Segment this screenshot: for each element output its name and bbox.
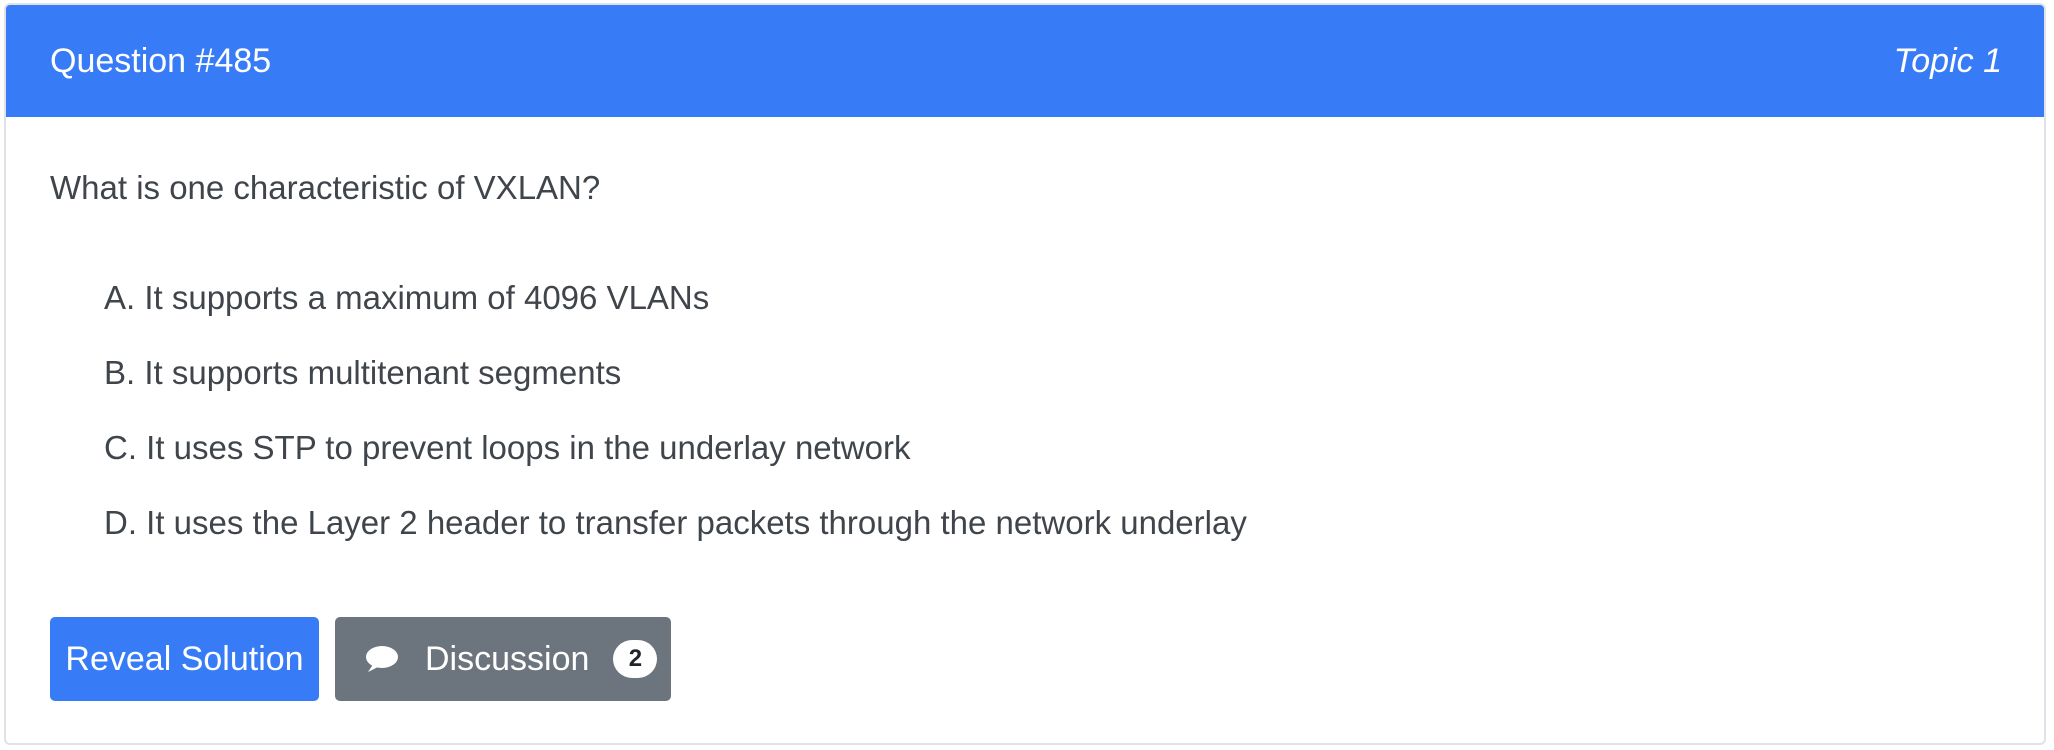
choice-c[interactable]: C. It uses STP to prevent loops in the u… (104, 427, 2044, 469)
discussion-count-badge: 2 (613, 640, 658, 678)
question-text: What is one characteristic of VXLAN? (50, 169, 601, 206)
chat-bubble-icon (366, 646, 398, 672)
question-number: Question #485 (50, 41, 272, 80)
question-actions: Reveal Solution Discussion 2 (50, 617, 671, 701)
reveal-solution-label: Reveal Solution (65, 639, 304, 678)
discussion-button[interactable]: Discussion 2 (335, 617, 671, 701)
choice-a[interactable]: A. It supports a maximum of 4096 VLANs (104, 277, 2044, 319)
question-header: Question #485 Topic 1 (6, 5, 2044, 117)
question-card: Question #485 Topic 1 What is one charac… (4, 3, 2046, 745)
choice-d[interactable]: D. It uses the Layer 2 header to transfe… (104, 502, 2044, 544)
answer-choices: A. It supports a maximum of 4096 VLANs B… (50, 277, 2044, 544)
choice-b[interactable]: B. It supports multitenant segments (104, 352, 2044, 394)
question-body: What is one characteristic of VXLAN? A. … (6, 117, 2044, 544)
discussion-label: Discussion (425, 639, 590, 678)
topic-label: Topic 1 (1893, 41, 2002, 80)
reveal-solution-button[interactable]: Reveal Solution (50, 617, 319, 701)
